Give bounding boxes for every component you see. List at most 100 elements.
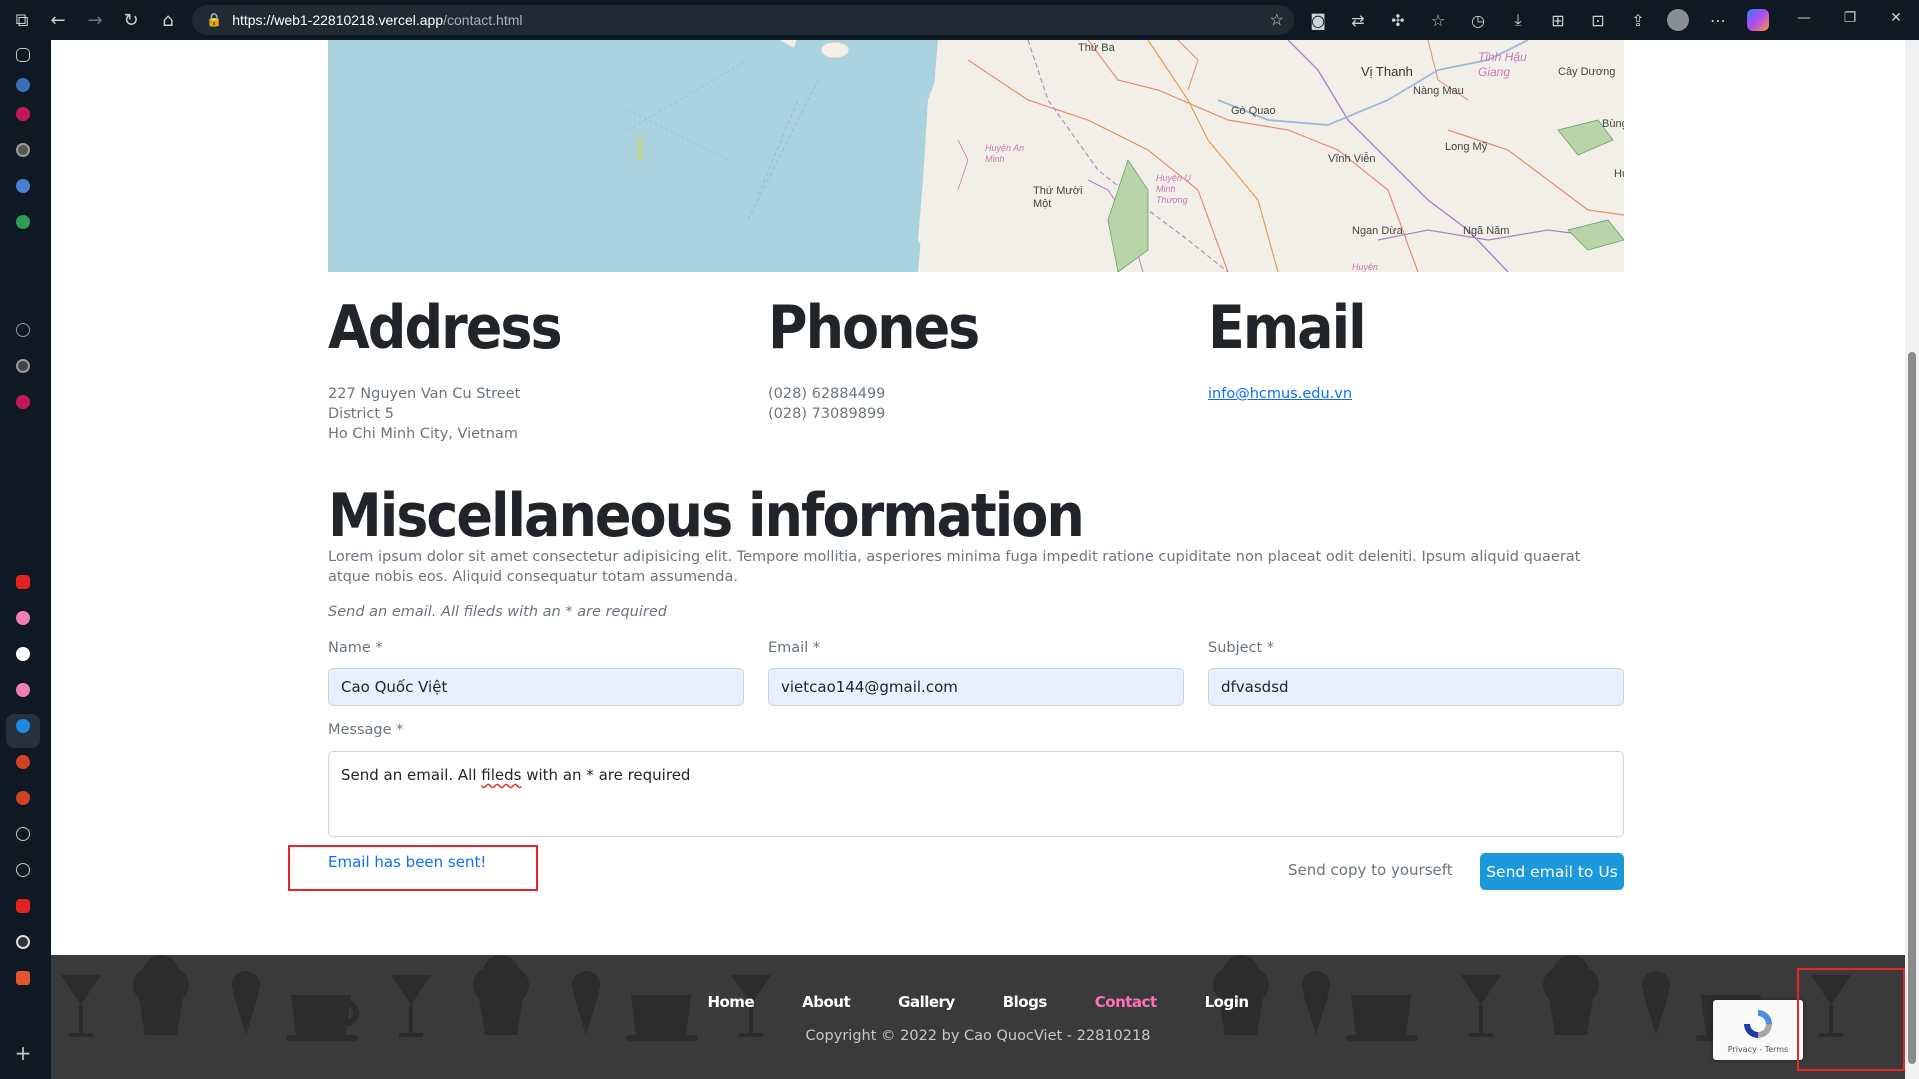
share-icon[interactable]: ⇪: [1620, 2, 1656, 38]
browser-toolbar: ⧉ ← → ↻ ⌂ 🔒 https://web1-22810218.vercel…: [0, 0, 1919, 40]
map-label: Ngan Dừa: [1352, 225, 1403, 237]
tab-favicon-icon[interactable]: [16, 647, 30, 661]
minimize-icon[interactable]: —: [1781, 0, 1827, 36]
subject-field[interactable]: dfvasdsd: [1208, 668, 1624, 706]
footer-nav-contact[interactable]: Contact: [1095, 993, 1157, 1011]
scrollbar-thumb[interactable]: [1908, 352, 1916, 1064]
misspelled-word: fileds: [481, 766, 522, 784]
downloads-icon[interactable]: ⤓: [1500, 2, 1536, 38]
address-section: Address 227 Nguyen Van Cu Street Distric…: [328, 292, 748, 444]
history-icon[interactable]: ◷: [1460, 2, 1496, 38]
footer-nav-login[interactable]: Login: [1205, 993, 1249, 1011]
url-path: /contact.html: [443, 12, 523, 28]
copilot-icon[interactable]: [1740, 2, 1776, 38]
map-label: Bùng: [1602, 118, 1624, 130]
translate-icon[interactable]: ⇄: [1340, 2, 1376, 38]
page-scrollbar[interactable]: [1905, 40, 1919, 1079]
misc-paragraph: Lorem ipsum dolor sit amet consectetur a…: [328, 549, 1581, 585]
window-controls: — ❐ ✕: [1781, 0, 1919, 40]
youtube-icon[interactable]: [16, 899, 30, 913]
workspaces-icon[interactable]: ⧉: [4, 2, 40, 38]
map-label: Long Mỹ: [1445, 141, 1488, 153]
email-link[interactable]: info@hcmus.edu.vn: [1208, 386, 1352, 402]
profile-icon[interactable]: [1660, 2, 1696, 38]
address-heading: Address: [328, 293, 563, 363]
map-label: Thứ Mười Một: [1033, 185, 1083, 210]
map-label: Tĩnh Hậu Giang: [1478, 50, 1527, 79]
tab-favicon-icon[interactable]: [16, 971, 30, 985]
tab-favicon-icon[interactable]: [16, 683, 30, 697]
screenshot-icon[interactable]: ◙: [1300, 2, 1336, 38]
map-label: Vĩnh Viễn: [1328, 153, 1376, 165]
map-label: Nàng Mau: [1413, 85, 1464, 97]
tab-favicon-icon[interactable]: [16, 215, 30, 229]
tab-favicon-icon[interactable]: [16, 935, 30, 949]
youtube-icon[interactable]: [16, 575, 30, 589]
tab-favicon-icon[interactable]: [16, 395, 30, 409]
footer-pattern: [61, 955, 1851, 1041]
tab-favicon-icon[interactable]: [16, 143, 30, 157]
tab-actions-icon[interactable]: [16, 48, 30, 62]
message-textarea[interactable]: Send an email. All fileds with an * are …: [328, 751, 1624, 837]
home-icon[interactable]: ⌂: [150, 2, 186, 38]
tab-favicon-icon[interactable]: [16, 611, 30, 625]
footer-nav-about[interactable]: About: [802, 993, 851, 1011]
address-line: Ho Chi Minh City, Vietnam: [328, 426, 518, 442]
refresh-icon[interactable]: ↻: [113, 2, 149, 38]
tab-favicon-icon[interactable]: [16, 359, 30, 373]
lock-icon: 🔒: [206, 12, 223, 27]
email-field[interactable]: vietcao144@gmail.com: [768, 668, 1184, 706]
recaptcha-terms[interactable]: Privacy - Terms: [1713, 1045, 1803, 1054]
restore-icon[interactable]: ❐: [1827, 0, 1873, 36]
onedrive-icon[interactable]: [16, 719, 30, 733]
tab-favicon-icon[interactable]: [16, 78, 30, 92]
map-label: Huyện: [1352, 262, 1379, 272]
email-label: Email *: [768, 640, 821, 656]
send-email-button[interactable]: Send email to Us: [1480, 853, 1624, 890]
map-label: Cây Dương: [1558, 66, 1616, 78]
footer-nav-blogs[interactable]: Blogs: [1003, 993, 1048, 1011]
phone-line: (028) 62884499: [768, 386, 886, 402]
email-lines: info@hcmus.edu.vn: [1208, 384, 1628, 404]
phones-section: Phones (028) 62884499 (028) 73089899: [768, 292, 1188, 424]
globe-icon[interactable]: [16, 863, 30, 877]
favorite-star-icon[interactable]: ☆: [1270, 10, 1284, 30]
web-capture-icon[interactable]: ⊡: [1580, 2, 1616, 38]
address-bar[interactable]: 🔒 https://web1-22810218.vercel.app/conta…: [192, 5, 1294, 35]
location-map[interactable]: Thứ Ba Vị Thanh Tĩnh Hậu Giang Cây Dương…: [328, 40, 1624, 272]
email-section: Email info@hcmus.edu.vn: [1208, 292, 1628, 404]
globe-icon[interactable]: [16, 827, 30, 841]
copilot-logo: [1747, 9, 1769, 31]
message-text: Send an email. All: [341, 766, 482, 784]
globe-icon[interactable]: [16, 323, 30, 337]
subject-label: Subject *: [1208, 640, 1275, 656]
favorites-icon[interactable]: ☆: [1420, 2, 1456, 38]
address-line: District 5: [328, 406, 394, 422]
collections-icon[interactable]: ⊞: [1540, 2, 1576, 38]
address-line: 227 Nguyen Van Cu Street: [328, 386, 521, 402]
footer-nav-gallery[interactable]: Gallery: [898, 993, 955, 1011]
message-label: Message *: [328, 722, 404, 738]
footer-nav: Home About Gallery Blogs Contact Login: [51, 993, 1905, 1011]
forward-icon[interactable]: →: [77, 2, 113, 38]
name-field[interactable]: Cao Quốc Việt: [328, 668, 744, 706]
more-icon[interactable]: ⋯: [1700, 2, 1736, 38]
footer-nav-home[interactable]: Home: [707, 993, 754, 1011]
tab-favicon-icon[interactable]: [16, 107, 30, 121]
footer-copyright: Copyright © 2022 by Cao QuocViet - 22810…: [805, 1028, 1151, 1044]
phone-lines: (028) 62884499 (028) 73089899: [768, 384, 1188, 424]
new-tab-icon[interactable]: +: [13, 1041, 33, 1065]
back-icon[interactable]: ←: [40, 2, 76, 38]
avatar: [1667, 9, 1689, 31]
highlight-box: [1797, 968, 1905, 1071]
recaptcha-badge[interactable]: Privacy - Terms: [1713, 1000, 1803, 1060]
name-label: Name *: [328, 640, 383, 656]
close-icon[interactable]: ✕: [1873, 0, 1919, 36]
tab-favicon-icon[interactable]: [16, 179, 30, 193]
footer: Home About Gallery Blogs Contact Login C…: [51, 955, 1905, 1079]
powerpoint-icon[interactable]: [16, 755, 30, 769]
phone-line: (028) 73089899: [768, 406, 886, 422]
powerpoint-icon[interactable]: [16, 791, 30, 805]
misc-heading: Miscellaneous information: [328, 481, 1085, 551]
extensions-icon[interactable]: ✣: [1380, 2, 1416, 38]
